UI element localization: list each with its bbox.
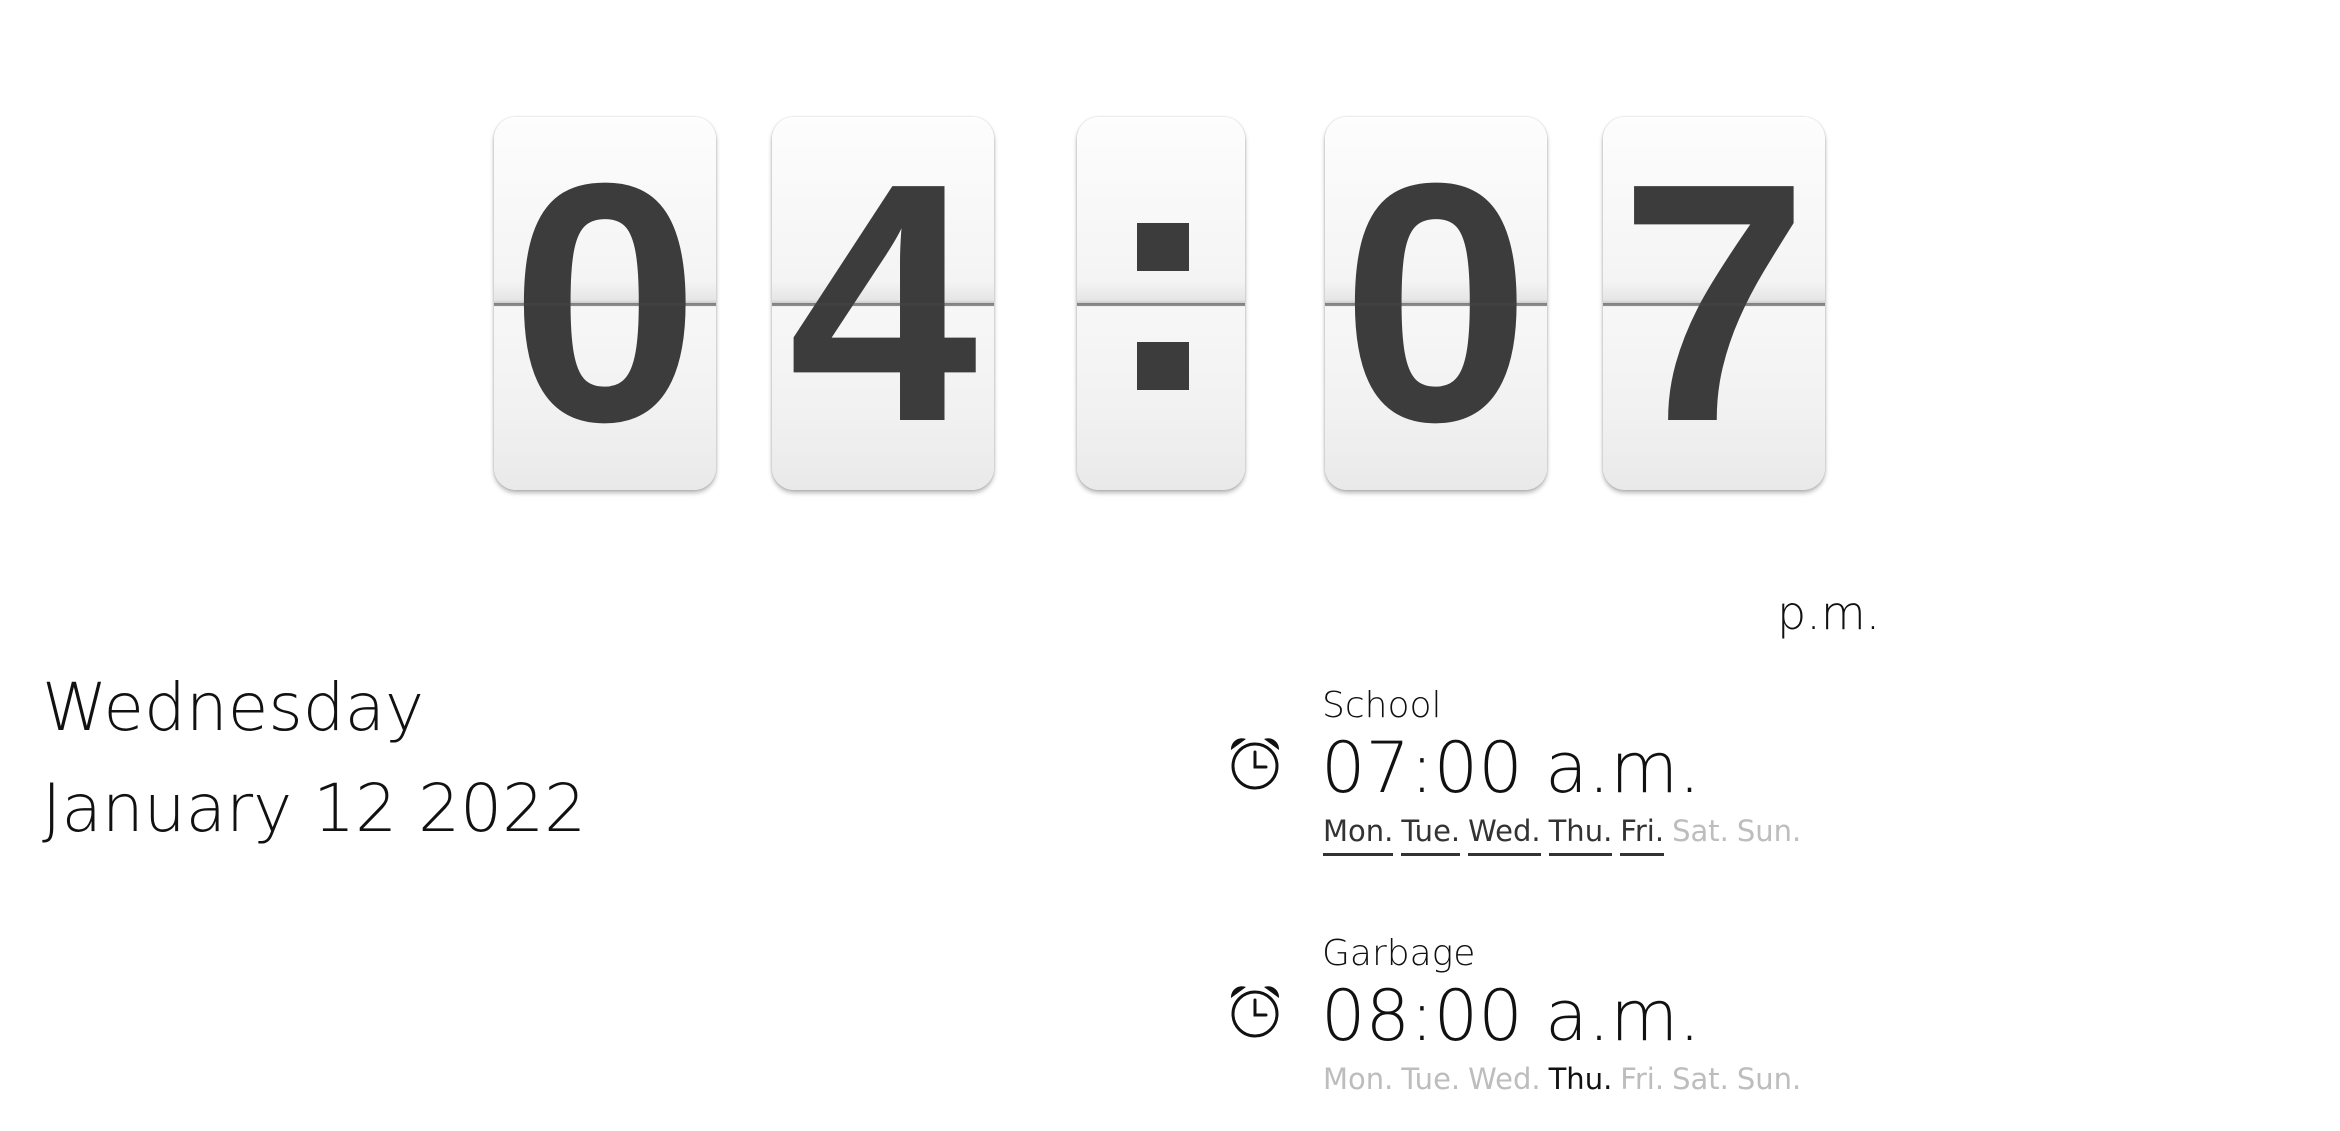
minute-tens-card: 0 (1325, 117, 1547, 490)
day-fri: Fri. (1620, 811, 1665, 856)
alarm-days: Mon. Tue. Wed. Thu. Fri. Sat. Sun. (1323, 1059, 1801, 1101)
day-thu: Thu. (1548, 811, 1613, 856)
alarm-clock-icon (1225, 733, 1285, 793)
day-mon: Mon. (1323, 1062, 1394, 1096)
alarm-time: 08:00 a.m. (1321, 975, 1701, 1057)
alarm-item-school[interactable]: School 07:00 a.m. Mon. Tue. Wed. Thu. Fr… (1215, 683, 2115, 883)
day-thu: Thu. (1548, 1062, 1613, 1096)
day-mon: Mon. (1323, 811, 1394, 856)
day-fri: Fri. (1620, 1062, 1665, 1096)
weekday-label: Wednesday (42, 669, 425, 746)
minute-tens-digit: 0 (1341, 117, 1531, 490)
hour-tens-digit: 0 (510, 117, 700, 490)
hour-tens-card: 0 (494, 117, 716, 490)
day-tue: Tue. (1401, 811, 1461, 856)
flip-clock: 0 4 0 7 (0, 117, 2340, 495)
day-sat: Sat. (1672, 1062, 1729, 1096)
hour-ones-card: 4 (772, 117, 994, 490)
hour-ones-digit: 4 (788, 117, 978, 490)
day-sun: Sun. (1736, 1062, 1802, 1096)
alarm-item-garbage[interactable]: Garbage 08:00 a.m. Mon. Tue. Wed. Thu. F… (1215, 931, 2115, 1131)
minute-ones-card: 7 (1603, 117, 1825, 490)
day-tue: Tue. (1401, 1062, 1461, 1096)
meridiem-label: p.m. (1777, 586, 1881, 640)
colon-bottom-dot (1137, 342, 1189, 390)
minute-ones-digit: 7 (1619, 117, 1809, 490)
alarm-time: 07:00 a.m. (1321, 727, 1701, 809)
date-label: January 12 2022 (42, 770, 587, 847)
colon-card (1077, 117, 1245, 490)
day-sun: Sun. (1736, 814, 1802, 848)
alarm-days: Mon. Tue. Wed. Thu. Fri. Sat. Sun. (1323, 811, 1801, 856)
day-wed: Wed. (1468, 1062, 1541, 1096)
day-sat: Sat. (1672, 814, 1729, 848)
day-wed: Wed. (1468, 811, 1541, 856)
colon-top-dot (1137, 223, 1189, 271)
alarm-clock-icon (1225, 981, 1285, 1041)
